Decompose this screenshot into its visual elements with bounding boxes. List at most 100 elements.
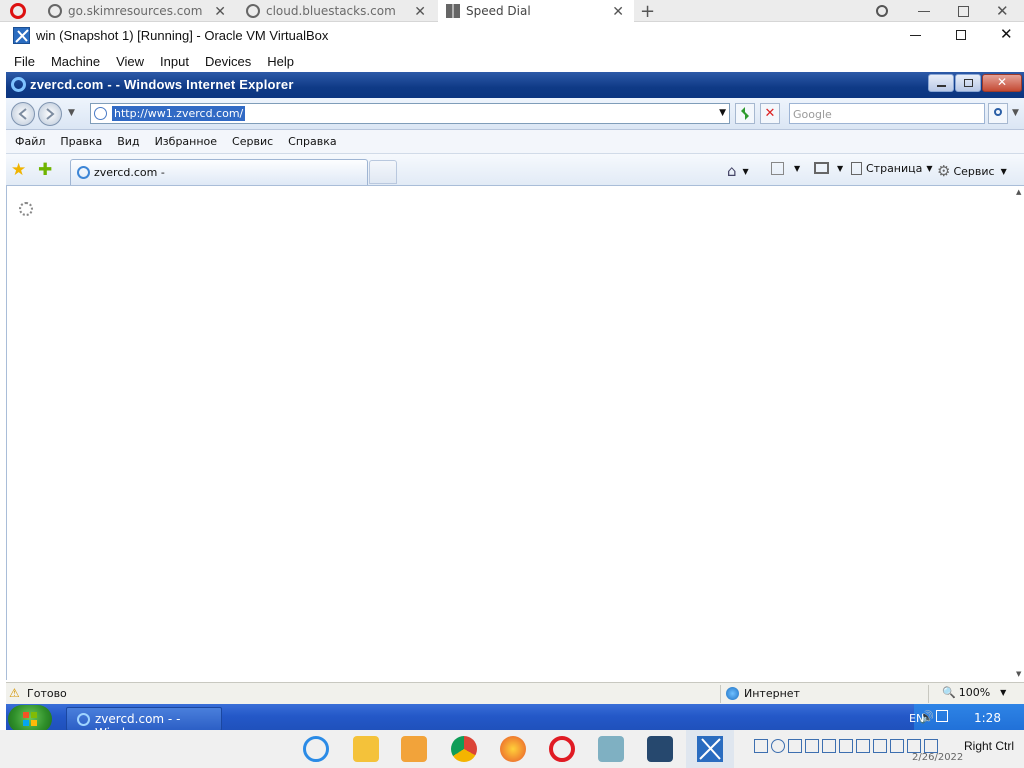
- back-button[interactable]: [11, 102, 35, 126]
- opera-icon[interactable]: [549, 736, 575, 762]
- menu-favorites[interactable]: Избранное: [155, 135, 217, 148]
- scroll-up-icon[interactable]: ▲: [1016, 188, 1021, 196]
- stop-button[interactable]: ✕: [760, 103, 780, 124]
- minimize-button[interactable]: [910, 35, 921, 36]
- speed-dial-icon: [446, 4, 460, 18]
- page-menu-label: Страница: [866, 162, 923, 175]
- menu-help[interactable]: Help: [267, 54, 294, 69]
- host-tab-active[interactable]: Speed Dial ✕: [438, 0, 634, 22]
- menu-tools[interactable]: Сервис: [232, 135, 273, 148]
- close-icon[interactable]: ✕: [214, 4, 226, 20]
- shared-folder-icon[interactable]: [839, 739, 853, 753]
- display-icon[interactable]: [856, 739, 870, 753]
- loading-spinner-icon: [19, 202, 33, 216]
- host-tab-title: Speed Dial: [466, 4, 531, 18]
- host-tab[interactable]: go.skimresources.com ✕: [40, 0, 236, 22]
- forward-button[interactable]: [38, 102, 62, 126]
- search-icon[interactable]: [876, 5, 888, 17]
- ie-restore-button[interactable]: [955, 74, 981, 92]
- close-icon[interactable]: ✕: [414, 4, 426, 20]
- address-input[interactable]: http://ww1.zvercd.com/ ▼: [90, 103, 730, 124]
- maximize-button[interactable]: [956, 30, 966, 40]
- ie-window-title: zvercd.com - - Windows Internet Explorer: [30, 77, 294, 92]
- home-button[interactable]: ⌂ ▼: [727, 162, 749, 180]
- page-content[interactable]: [6, 186, 1024, 680]
- rss-icon: [771, 162, 784, 175]
- network-adapter-icon[interactable]: [805, 739, 819, 753]
- tools-menu-button[interactable]: ⚙ Сервис ▼: [937, 162, 1007, 180]
- virtualbox-vm-icon[interactable]: [686, 730, 734, 768]
- menu-file[interactable]: Файл: [15, 135, 45, 148]
- search-options-icon[interactable]: ▼: [1012, 108, 1019, 118]
- menu-edit[interactable]: Правка: [60, 135, 102, 148]
- chevron-down-icon[interactable]: ▼: [743, 167, 749, 176]
- minimize-icon[interactable]: [918, 11, 930, 12]
- usb-icon[interactable]: [822, 739, 836, 753]
- processor-icon[interactable]: [890, 739, 904, 753]
- close-icon[interactable]: ✕: [612, 4, 624, 20]
- menu-help[interactable]: Справка: [288, 135, 336, 148]
- zoom-button[interactable]: 🔍 100% ▼: [942, 686, 1006, 699]
- restore-icon[interactable]: [958, 6, 969, 17]
- menu-devices[interactable]: Devices: [205, 54, 251, 69]
- globe-icon: [48, 4, 62, 18]
- audio-icon[interactable]: [788, 739, 802, 753]
- host-date: 2/26/2022: [912, 752, 964, 763]
- close-icon[interactable]: ✕: [996, 2, 1009, 20]
- favorites-star-icon[interactable]: ★: [11, 160, 26, 180]
- home-icon: ⌂: [727, 162, 737, 180]
- notepad-icon[interactable]: [598, 736, 624, 762]
- close-button[interactable]: ✕: [1000, 25, 1013, 43]
- menu-view[interactable]: Вид: [117, 135, 139, 148]
- page-icon: [94, 107, 107, 120]
- history-dropdown-icon[interactable]: ▼: [68, 108, 75, 118]
- chevron-down-icon[interactable]: ▼: [719, 108, 726, 118]
- refresh-button[interactable]: [735, 103, 755, 124]
- mouse-integration-icon[interactable]: [907, 739, 921, 753]
- ie-app-icon[interactable]: [303, 736, 329, 762]
- page-menu-button[interactable]: Страница ▼: [851, 162, 933, 175]
- network-icon[interactable]: [936, 710, 948, 722]
- opera-logo-icon[interactable]: [10, 3, 26, 19]
- chevron-down-icon[interactable]: ▼: [1000, 688, 1006, 697]
- host-tab-title: cloud.bluestacks.com: [266, 4, 396, 18]
- language-indicator[interactable]: EN: [909, 712, 924, 725]
- chevron-down-icon[interactable]: ▼: [1001, 167, 1007, 176]
- recording-icon[interactable]: [873, 739, 887, 753]
- print-button[interactable]: ▼: [814, 162, 843, 174]
- menu-input[interactable]: Input: [160, 54, 189, 69]
- clock[interactable]: 1:28: [974, 711, 1001, 725]
- chevron-down-icon[interactable]: ▼: [794, 164, 800, 173]
- new-tab-icon[interactable]: +: [640, 1, 655, 22]
- scroll-down-icon[interactable]: ▼: [1016, 670, 1021, 678]
- new-tab-button[interactable]: [369, 160, 397, 184]
- virtualbox-cube-icon[interactable]: [647, 736, 673, 762]
- add-favorites-icon[interactable]: ✚: [38, 160, 52, 180]
- menu-view[interactable]: View: [116, 54, 144, 69]
- vertical-scrollbar[interactable]: ▲ ▼: [1015, 186, 1024, 680]
- chevron-down-icon[interactable]: ▼: [926, 164, 932, 173]
- page-icon: [851, 162, 862, 175]
- file-explorer-icon[interactable]: [353, 736, 379, 762]
- optical-drive-icon[interactable]: [771, 739, 785, 753]
- feeds-button[interactable]: ▼: [771, 162, 800, 175]
- ie-minimize-button[interactable]: [928, 74, 954, 92]
- menu-machine[interactable]: Machine: [51, 54, 100, 69]
- menu-file[interactable]: File: [14, 54, 35, 69]
- media-player-icon[interactable]: [401, 736, 427, 762]
- chrome-icon[interactable]: [451, 736, 477, 762]
- disk-icon[interactable]: [754, 739, 768, 753]
- search-input[interactable]: Google: [789, 103, 985, 124]
- ie-tab-active[interactable]: zvercd.com -: [70, 159, 368, 185]
- zoom-icon: 🔍: [942, 686, 956, 699]
- keyboard-capture-icon[interactable]: [924, 739, 938, 753]
- chevron-down-icon[interactable]: ▼: [837, 164, 843, 173]
- start-button[interactable]: [8, 705, 52, 733]
- ie-close-button[interactable]: ✕: [982, 74, 1022, 92]
- globe-icon: [246, 4, 260, 18]
- host-tab[interactable]: cloud.bluestacks.com ✕: [238, 0, 436, 22]
- vm-screen: zvercd.com - - Windows Internet Explorer…: [6, 72, 1024, 768]
- taskbar-item[interactable]: zvercd.com - - Wind...: [66, 707, 222, 740]
- firefox-icon[interactable]: [500, 736, 526, 762]
- search-button[interactable]: [988, 103, 1008, 124]
